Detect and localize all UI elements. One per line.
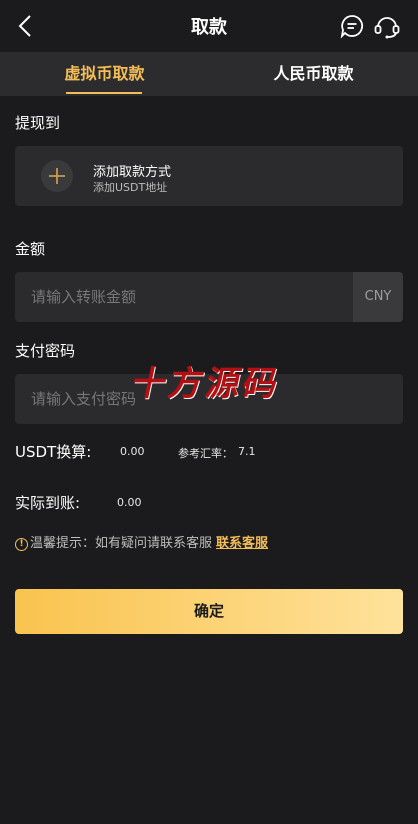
add-method-subtitle: 添加USDT地址 [93,181,168,194]
info-icon: ! [15,538,28,551]
tab-virtual-currency[interactable]: 虚拟币取款 [0,52,209,96]
amount-input[interactable] [15,272,353,322]
currency-badge: CNY [353,272,403,322]
actual-received-label: 实际到账: [15,494,81,512]
amount-label: 金额 [15,240,46,258]
password-label: 支付密码 [15,342,76,360]
top-nav-bar: 取款 [0,0,418,52]
message-button[interactable] [339,13,365,39]
chat-bubble-icon [340,15,364,39]
plus-circle [41,160,73,192]
active-tab-indicator [66,92,142,94]
tab-rmb[interactable]: 人民币取款 [209,52,418,96]
actual-received-value: 0.00 [117,496,142,509]
headset-icon [374,17,400,39]
plus-icon [49,168,65,184]
tip-text: 温馨提示：如有疑问请联系客服 [30,536,213,551]
withdraw-tabs: 虚拟币取款 人民币取款 [0,52,418,96]
amount-field-group: CNY [15,272,403,322]
withdraw-to-label: 提现到 [15,114,61,132]
contact-service-link[interactable]: 联系客服 [216,536,268,551]
exchange-rate-label: 参考汇率： [178,447,233,460]
tip-message: ! 温馨提示：如有疑问请联系客服 联系客服 [15,532,268,551]
confirm-button[interactable]: 确定 [15,589,403,634]
exchange-rate-value: 7.1 [238,445,256,458]
add-withdraw-method-button[interactable]: 添加取款方式 添加USDT地址 [15,146,403,206]
add-method-title: 添加取款方式 [93,165,172,180]
usdt-conversion-label: USDT换算: [15,443,92,461]
customer-service-button[interactable] [373,12,401,40]
usdt-conversion-value: 0.00 [120,445,145,458]
watermark: 十方源码 [128,364,285,404]
